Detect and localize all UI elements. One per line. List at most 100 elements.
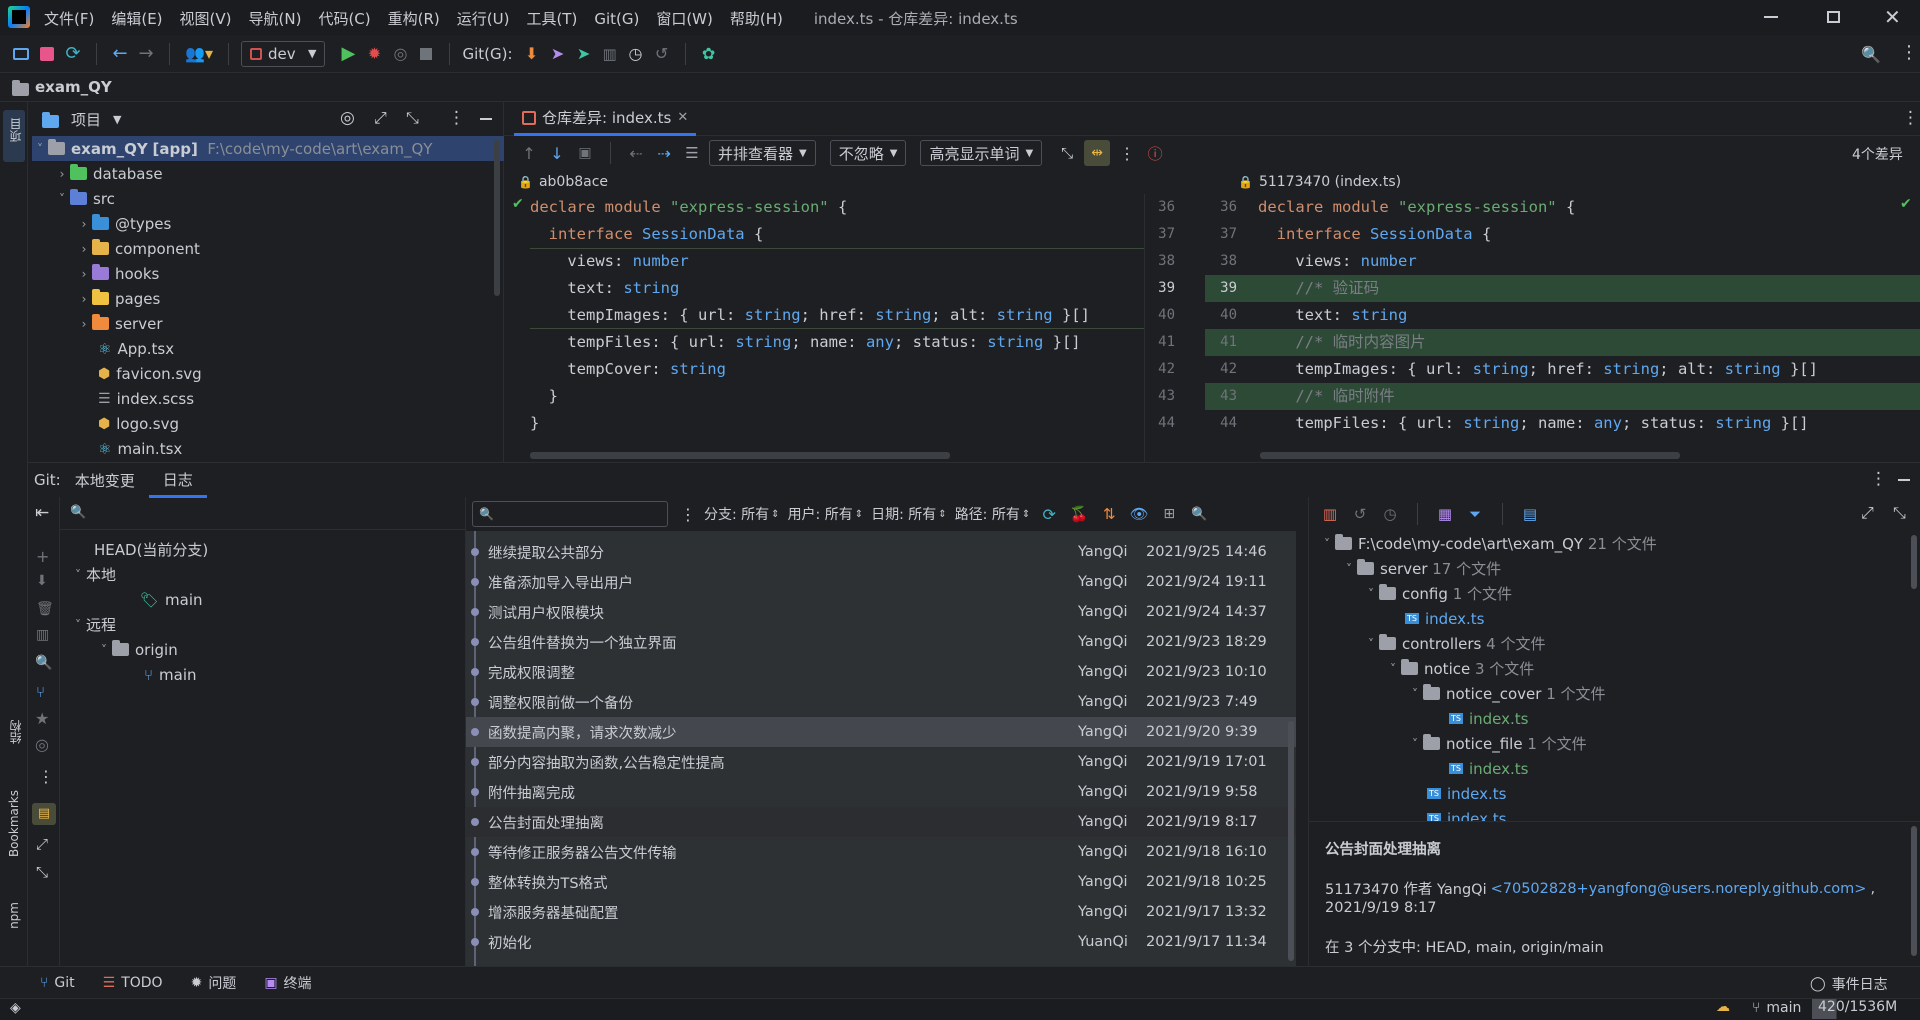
expand-icon[interactable]: ⤢ (36, 835, 48, 853)
delete-icon[interactable]: 🗑 (36, 601, 54, 617)
chevron-down-icon[interactable]: ˅ (1407, 687, 1423, 701)
right-code-pane[interactable]: ✔ declare module "express-session" { int… (1250, 194, 1920, 462)
search-everywhere-icon[interactable]: 🔍 (1860, 43, 1882, 65)
problems-tool-button[interactable]: ✹ 问题 (191, 973, 237, 993)
menu-tools[interactable]: 工具(T) (526, 8, 577, 29)
scrollbar[interactable] (1911, 826, 1917, 956)
chevron-right-icon[interactable]: › (76, 242, 92, 256)
layout-icon[interactable]: ▤ (1519, 503, 1541, 525)
sync-scroll-icon[interactable]: ⇹ (1084, 140, 1111, 166)
menu-refactor[interactable]: 重构(R) (388, 8, 440, 29)
horizontal-scrollbar[interactable] (530, 452, 950, 459)
file-notice-file-index[interactable]: TS index.ts (1449, 756, 1528, 781)
commit-row[interactable]: 公告组件替换为一个独立界面 YangQi 2021/9/23 18:29 (466, 627, 1296, 657)
save-icon[interactable] (36, 43, 58, 65)
chevron-down-icon[interactable]: ˅ (70, 568, 86, 582)
edit-source-icon[interactable]: ▣ (574, 142, 596, 164)
chevron-right-icon[interactable]: › (54, 167, 70, 181)
debug-icon[interactable]: ✹ (363, 43, 385, 65)
git-rollback-icon[interactable]: ↺ (651, 43, 673, 65)
prev-diff-icon[interactable]: ↑ (518, 142, 540, 164)
tree-item-hooks[interactable]: › hooks (76, 261, 159, 286)
menu-help[interactable]: 帮助(H) (730, 8, 783, 29)
filter-path[interactable]: 路径: 所有 (955, 504, 1020, 524)
commit-row[interactable]: 初始化 YuanQi 2021/9/17 11:34 (466, 927, 1296, 957)
commit-row[interactable]: 附件抽离完成 YangQi 2021/9/19 9:58 (466, 777, 1296, 807)
tree-item-database[interactable]: › database (54, 161, 163, 186)
details-email[interactable]: <70502828+yangfong@users.noreply.github.… (1491, 881, 1867, 897)
more-icon[interactable]: ⋮ (1902, 108, 1919, 128)
chevron-down-icon[interactable]: ˅ (1385, 662, 1401, 676)
tree-item-favicon[interactable]: ⬢ favicon.svg (98, 361, 202, 386)
git-history-icon[interactable]: ◷ (625, 43, 647, 65)
tab-repo-diff[interactable]: 仓库差异: index.ts ✕ (514, 102, 697, 136)
tree-item-pages[interactable]: › pages (76, 286, 160, 311)
open-new-tab-icon[interactable]: ⊞ (1158, 503, 1180, 525)
more-icon[interactable]: ⋮ (680, 505, 696, 524)
branch-group-local[interactable]: ˅ 本地 (70, 562, 116, 587)
scrollbar[interactable] (1288, 721, 1294, 961)
compare-icon[interactable]: ▥ (36, 627, 49, 643)
tree-item-index-scss[interactable]: ☰ index.scss (98, 386, 194, 411)
chevron-right-icon[interactable]: › (76, 267, 92, 281)
run-icon[interactable]: ▶ (337, 43, 359, 65)
vcs-users-icon[interactable]: 👥▾ (182, 43, 216, 65)
file-notice-cover-index[interactable]: TS index.ts (1449, 706, 1528, 731)
terminal-tool-button[interactable]: ▣ 终端 (264, 973, 311, 993)
preview-icon[interactable]: ▤ (32, 803, 56, 825)
commit-row[interactable]: 准备添加导入导出用户 YangQi 2021/9/24 19:11 (466, 567, 1296, 597)
commit-row[interactable]: 完成权限调整 YangQi 2021/9/23 10:10 (466, 657, 1296, 687)
menu-navigate[interactable]: 导航(N) (249, 8, 302, 29)
branch-origin-main[interactable]: ⑂ main (144, 662, 197, 687)
commit-row[interactable]: 等待修正服务器公告文件传输 YangQi 2021/9/18 16:10 (466, 837, 1296, 867)
viewer-selector[interactable]: 并排查看器 ▼ (709, 140, 816, 166)
chevron-down-icon[interactable]: ▼ (113, 113, 121, 126)
git-tool-button[interactable]: ⑂ Git (40, 975, 75, 991)
todo-tool-button[interactable]: ☰ TODO (103, 975, 163, 991)
tree-item-src[interactable]: ˅ src (54, 186, 115, 211)
commit-row[interactable]: 整体转换为TS格式 YangQi 2021/9/18 10:25 (466, 867, 1296, 897)
forward-icon[interactable]: → (135, 43, 157, 65)
chevron-down-icon[interactable]: ˅ (96, 643, 112, 657)
chevron-down-icon[interactable]: ˅ (1363, 637, 1379, 651)
file-tree-server[interactable]: ˅ server 17 个文件 (1341, 556, 1501, 581)
sync-icon[interactable]: ⟳ (62, 43, 84, 65)
tab-local-changes[interactable]: 本地变更 (75, 470, 135, 491)
horizontal-scrollbar[interactable] (1260, 452, 1680, 459)
search-icon[interactable]: 🔍 (1188, 503, 1210, 525)
expand-icon[interactable]: ⤢ (1861, 503, 1874, 523)
branch-local-main[interactable]: 🏷 main (140, 587, 203, 612)
branch-remote-origin[interactable]: ˅ origin (96, 637, 178, 662)
file-tree-notice-cover[interactable]: ˅ notice_cover 1 个文件 (1407, 681, 1606, 706)
more-icon[interactable]: ⋮ (1900, 42, 1918, 63)
status-branch[interactable]: ⑂ main (1752, 1000, 1801, 1016)
layers-icon[interactable]: ◈ (10, 1000, 21, 1016)
tree-item-component[interactable]: › component (76, 236, 200, 261)
favorite-icon[interactable]: ★ (35, 709, 49, 728)
file-tree-notice-file[interactable]: ˅ notice_file 1 个文件 (1407, 731, 1587, 756)
git-update-icon[interactable]: ⬇ (521, 43, 543, 65)
minimize-icon[interactable] (1764, 16, 1778, 18)
commit-row[interactable]: 函数提高内聚，请求次数减少 YangQi 2021/9/20 9:39 (466, 717, 1296, 747)
git-push-icon[interactable]: ➤ (573, 43, 595, 65)
hide-panel-icon[interactable] (480, 118, 492, 120)
plugin-icon[interactable]: ✿ (698, 43, 720, 65)
chevron-right-icon[interactable]: › (76, 317, 92, 331)
branch-head[interactable]: HEAD(当前分支) (94, 537, 208, 562)
collapse-unchanged-icon[interactable]: ⤡ (1056, 142, 1078, 164)
view-options-icon[interactable]: 👁 (1128, 503, 1150, 525)
git-compare-icon[interactable]: ▥ (599, 43, 621, 65)
refresh-icon[interactable]: ⟳ (1038, 503, 1060, 525)
more-icon[interactable]: ⋮ (1870, 469, 1887, 489)
notification-icon[interactable]: ☁ (1716, 999, 1730, 1015)
chevron-down-icon[interactable]: ˅ (1319, 537, 1335, 551)
new-branch-icon[interactable]: + (36, 547, 49, 566)
branch-icon[interactable]: ⑂ (36, 683, 45, 701)
commit-row[interactable]: 测试用户权限模块 YangQi 2021/9/24 14:37 (466, 597, 1296, 627)
chevron-down-icon[interactable]: ˅ (32, 142, 48, 156)
project-tool-button[interactable]: 项目 (3, 110, 25, 162)
file-config-index[interactable]: TS index.ts (1405, 606, 1484, 631)
event-log-button[interactable]: ◯ 事件日志 (1810, 974, 1888, 994)
expand-all-icon[interactable]: ⤢ (374, 108, 387, 128)
help-icon[interactable]: ⓘ (1144, 142, 1166, 164)
